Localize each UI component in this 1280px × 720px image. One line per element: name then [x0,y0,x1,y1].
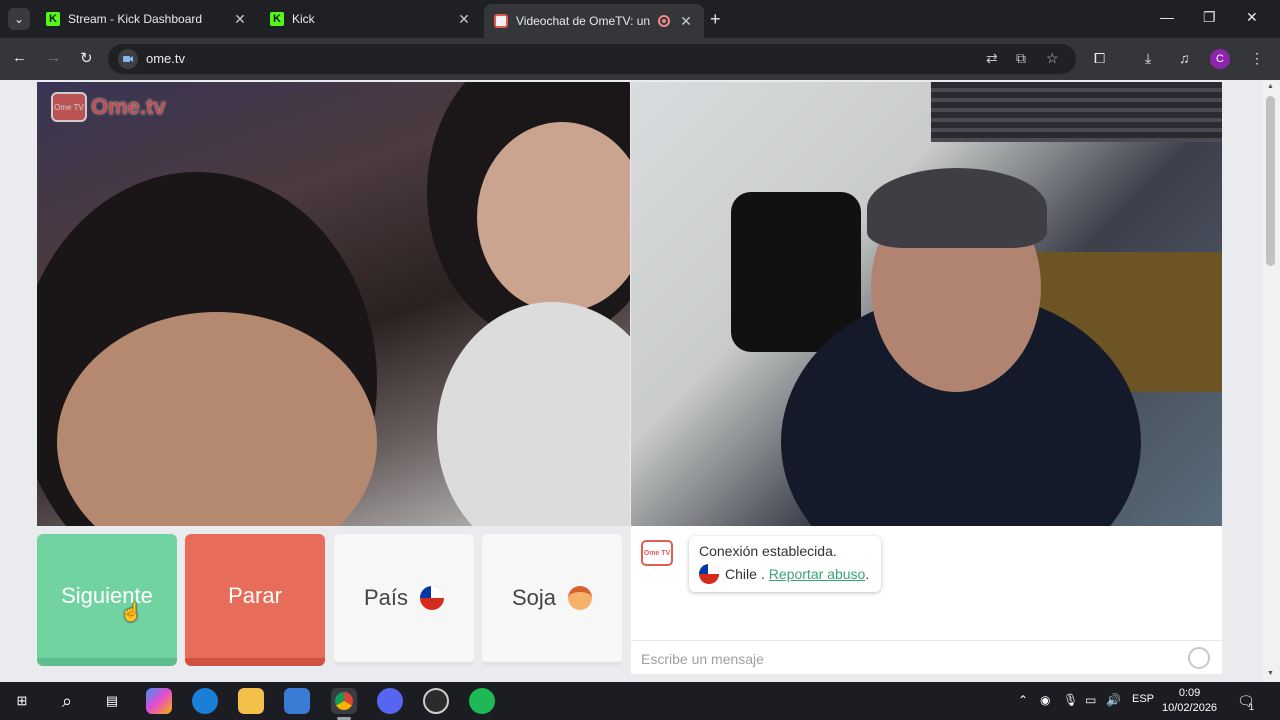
chat-panel: Ome TV Conexión establecida. Chile . Rep… [631,526,1222,674]
profile-avatar[interactable]: C [1210,49,1230,69]
close-icon[interactable]: ✕ [678,13,694,30]
emoji-icon[interactable] [1188,647,1210,669]
copilot-icon[interactable] [146,688,172,714]
download-icon[interactable]: ⤓ [1145,50,1151,67]
language-indicator[interactable]: ESP [1132,693,1154,705]
ometv-icon [494,14,508,28]
kick-icon: K [270,12,284,26]
video-hair [867,168,1047,248]
ometv-logo: Ome TV Ome.tv [51,92,166,122]
tab-kick-dashboard[interactable]: K Stream - Kick Dashboard ✕ [36,4,258,34]
stranger-video: Ome TV Ome.tv [37,82,630,526]
close-icon[interactable]: ✕ [232,11,248,28]
country-label: País [363,585,409,610]
video-blanket [437,302,630,526]
ometv-tv-icon: Ome TV [51,92,87,122]
search-icon[interactable]: ⌕ [54,688,80,714]
bookmark-star-icon[interactable]: ☆ [1046,50,1059,67]
close-window-icon[interactable]: ✕ [1246,9,1258,26]
clock[interactable]: 0:09 10/02/2026 [1162,686,1217,716]
message-input[interactable]: Escribe un mensaje [631,640,1222,674]
ometv-tv-icon: Ome TV [641,540,673,566]
obs-icon[interactable] [423,688,449,714]
ometv-page: Ome TV Ome.tv Siguiente Parar País Soja … [0,80,1262,682]
menu-icon[interactable]: ⋮ [1250,50,1264,67]
restore-icon[interactable]: ❐ [1203,9,1216,26]
message-placeholder: Escribe un mensaje [641,651,764,667]
report-abuse-link[interactable]: Reportar abuso [769,566,866,582]
page-scrollbar[interactable]: ▲ ▼ [1262,80,1280,682]
stop-label: Parar [228,583,282,608]
install-app-icon[interactable]: ⧉ [1016,50,1026,67]
kick-icon: K [46,12,60,26]
chrome-icon[interactable] [331,688,357,714]
discord-icon[interactable] [377,688,403,714]
scroll-down-icon[interactable]: ▼ [1267,670,1274,677]
tab-kick[interactable]: K Kick ✕ [260,4,482,34]
logo-text: Ome.tv [91,94,166,119]
separator: . [760,566,765,582]
show-hidden-icons[interactable]: ⌃ [1018,693,1028,707]
file-explorer-icon[interactable] [238,688,264,714]
scrollbar-thumb[interactable] [1266,96,1275,266]
discord-tray-icon[interactable]: ◉ [1040,693,1050,707]
reload-icon[interactable]: ↻ [80,49,93,67]
tab-strip: ⌄ K Stream - Kick Dashboard ✕ K Kick ✕ V… [0,0,1280,38]
windows-taskbar: ⊞ ⌕ ▤ ⌃ ◉ 🎙 ▭ 🔊 ESP 0:09 10/02/2026 🗨 1 [0,682,1280,720]
tab-title: Stream - Kick Dashboard [68,12,203,26]
store-icon[interactable] [284,688,310,714]
gender-button[interactable]: Soja [482,534,622,666]
system-message: Conexión establecida. Chile . Reportar a… [689,536,881,592]
country-name: Chile [725,566,757,582]
url-text: ome.tv [146,51,186,66]
report-suffix: . [865,566,870,582]
recording-icon [658,15,670,27]
connection-status: Conexión establecida. [699,543,837,559]
tab-ometv[interactable]: Videochat de OmeTV: una a ✕ [484,4,704,38]
forward-icon[interactable]: → [46,49,61,66]
microphone-icon[interactable]: 🎙 [1063,693,1078,707]
site-info-icon[interactable] [118,49,138,69]
new-tab-button[interactable]: + [710,9,721,30]
back-icon[interactable]: ← [12,49,27,66]
minimize-icon[interactable]: — [1160,9,1174,25]
chile-flag-icon [420,586,445,610]
clock-time: 0:09 [1178,687,1201,699]
edge-icon[interactable] [192,688,218,714]
clock-date: 10/02/2026 [1162,702,1218,714]
network-icon[interactable]: ▭ [1085,693,1096,707]
next-button[interactable]: Siguiente [37,534,177,666]
windows-start-icon[interactable]: ⊞ [9,688,35,714]
tab-title: Kick [292,12,315,26]
media-control-icon[interactable]: ♫ [1179,50,1190,66]
self-video [631,82,1222,526]
person-emoji-icon [568,586,593,610]
translate-icon[interactable]: ⇄ [986,50,998,67]
task-view-icon[interactable]: ▤ [99,688,125,714]
video-chair [731,192,861,352]
tab-search-button[interactable]: ⌄ [8,8,30,30]
chile-flag-icon [699,564,719,584]
volume-icon[interactable]: 🔊 [1106,693,1121,707]
close-icon[interactable]: ✕ [456,11,472,28]
hand-cursor-icon: ☝ [120,602,143,622]
country-button[interactable]: País [334,534,474,666]
scroll-up-icon[interactable]: ▲ [1267,83,1274,90]
spotify-icon[interactable] [469,688,495,714]
video-blinds [931,82,1222,142]
browser-toolbar: ← → ↻ ome.tv ⇄ ⧉ ☆ ⧠ ⤓ ♫ C ⋮ [0,38,1280,80]
extensions-icon[interactable]: ⧠ [1094,50,1105,67]
chevron-down-icon: ⌄ [13,12,25,26]
notification-count: 1 [1249,702,1255,712]
address-bar[interactable]: ome.tv ⇄ ⧉ ☆ [108,44,1076,74]
gender-label: Soja [511,585,557,610]
stop-button[interactable]: Parar [185,534,325,666]
tab-title: Videochat de OmeTV: una a [516,14,650,28]
